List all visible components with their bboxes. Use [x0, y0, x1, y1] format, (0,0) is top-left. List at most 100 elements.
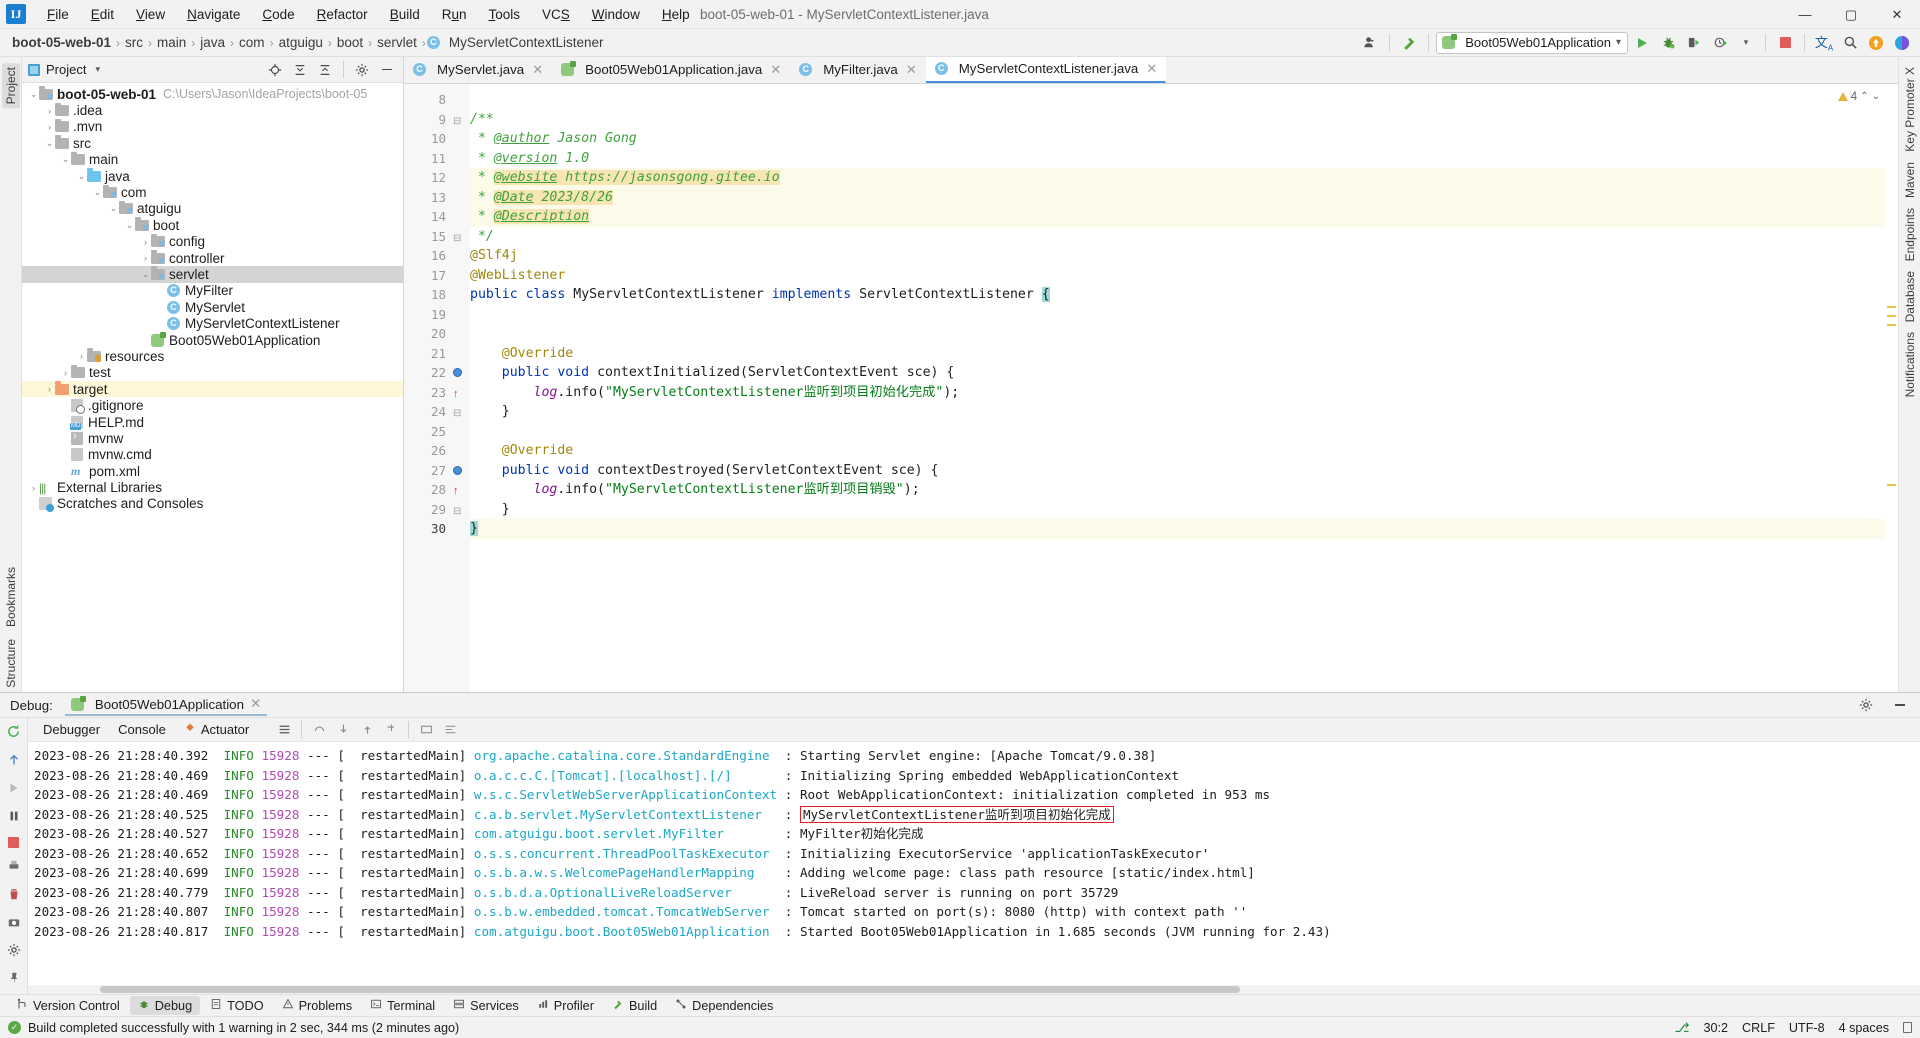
step-over-icon[interactable]	[307, 719, 331, 741]
console-horizontal-scrollbar[interactable]	[28, 985, 1920, 994]
rail-item-database[interactable]: Database	[1901, 267, 1919, 326]
toolwindow-button[interactable]: Debug	[130, 996, 200, 1015]
tree-node[interactable]: ›.mvn	[22, 119, 403, 135]
editor-tab[interactable]: CMyServlet.java✕	[404, 56, 552, 83]
code-fold-icon[interactable]: ⊟	[453, 116, 461, 127]
code-line[interactable]	[470, 324, 1885, 344]
editor-tabs[interactable]: CMyServlet.java✕Boot05Web01Application.j…	[404, 57, 1898, 84]
console-line[interactable]: 2023-08-26 21:28:40.652 INFO 15928 --- […	[34, 844, 1920, 864]
tree-node[interactable]: Boot05Web01Application	[22, 332, 403, 348]
code-line[interactable]: * @Date 2023/8/26	[470, 188, 1885, 208]
toolwindow-button[interactable]: Profiler	[529, 996, 602, 1015]
tree-expand-arrow[interactable]: ›	[28, 483, 39, 493]
run-button[interactable]	[1630, 32, 1654, 54]
step-out-icon[interactable]	[355, 719, 379, 741]
gutter-mark[interactable]: ⊟	[452, 227, 470, 247]
tree-expand-arrow[interactable]: ›	[44, 122, 55, 132]
debug-button[interactable]	[1656, 32, 1680, 54]
tree-expand-arrow[interactable]: ›	[76, 351, 87, 361]
tree-expand-arrow[interactable]: ⌄	[44, 138, 55, 149]
tree-node[interactable]: CMyServletContextListener	[22, 315, 403, 331]
trash-icon[interactable]	[7, 887, 21, 904]
tree-expand-arrow[interactable]: ›	[60, 368, 71, 378]
settings-gear-icon[interactable]	[1854, 694, 1878, 716]
code-line[interactable]: */	[470, 227, 1885, 247]
console-line[interactable]: 2023-08-26 21:28:40.817 INFO 15928 --- […	[34, 922, 1920, 942]
breadcrumb-item-project[interactable]: boot-05-web-01	[8, 34, 115, 51]
rail-item-structure[interactable]: Structure	[2, 635, 20, 692]
gutter-mark[interactable]	[452, 266, 470, 286]
gutter-mark[interactable]	[452, 324, 470, 344]
editor-code[interactable]: /** * @author Jason Gong * @version 1.0 …	[470, 84, 1885, 692]
tree-expand-arrow[interactable]: ⌄	[92, 187, 103, 198]
toolwindow-button[interactable]: Terminal	[362, 996, 443, 1015]
code-line[interactable]: @Slf4j	[470, 246, 1885, 266]
toolwindow-button[interactable]: Build	[604, 996, 665, 1015]
tree-node[interactable]: mpom.xml	[22, 463, 403, 479]
gutter-mark[interactable]	[452, 246, 470, 266]
gutter-mark[interactable]	[452, 383, 470, 403]
editor-gutter-marks[interactable]: ⊟⊟↑⊟↑⊟	[452, 84, 470, 692]
maximize-button[interactable]: ▢	[1828, 0, 1874, 29]
tree-expand-arrow[interactable]: ⌄	[28, 89, 39, 100]
code-fold-icon[interactable]: ⊟	[453, 233, 461, 244]
close-icon[interactable]: ✕	[1146, 61, 1157, 77]
marker-warning[interactable]	[1887, 315, 1896, 317]
evaluate-icon[interactable]	[414, 719, 438, 741]
console-line[interactable]: 2023-08-26 21:28:40.525 INFO 15928 --- […	[34, 805, 1920, 825]
profile-button[interactable]	[1708, 32, 1732, 54]
tree-expand-arrow[interactable]: ⌄	[60, 154, 71, 165]
tree-node[interactable]: ⌄boot	[22, 217, 403, 233]
gutter-mark[interactable]	[452, 344, 470, 364]
breakpoint-icon[interactable]	[453, 368, 462, 377]
breakpoint-icon[interactable]	[453, 466, 462, 475]
code-line[interactable]: log.info("MyServletContextListener监听到项目初…	[470, 383, 1885, 403]
tree-node[interactable]: .gitignore	[22, 397, 403, 413]
scrollbar-thumb[interactable]	[100, 986, 1240, 993]
search-icon[interactable]	[1838, 32, 1862, 54]
tree-node[interactable]: CMyFilter	[22, 283, 403, 299]
lock-icon[interactable]	[1903, 1022, 1912, 1033]
toolwindow-button[interactable]: Problems	[274, 996, 361, 1015]
editor-tab[interactable]: CMyServletContextListener.java✕	[926, 56, 1167, 83]
gutter-mark[interactable]	[452, 168, 470, 188]
chevron-down-icon[interactable]: ▾	[1734, 32, 1758, 54]
breadcrumb-item-class[interactable]: MyServletContextListener	[445, 34, 608, 51]
tree-node[interactable]: ⌄servlet	[22, 266, 403, 282]
git-icon[interactable]: ⎇	[1675, 1020, 1690, 1036]
tree-node[interactable]: CMyServlet	[22, 299, 403, 315]
expand-all-icon[interactable]	[288, 59, 312, 81]
menu-vcs[interactable]: VCS	[531, 4, 581, 25]
close-icon[interactable]: ✕	[532, 62, 543, 78]
gutter-mark[interactable]	[452, 480, 470, 500]
gear-icon[interactable]	[7, 943, 21, 960]
rerun-icon[interactable]	[6, 724, 21, 742]
rail-item-notifications[interactable]: Notifications	[1901, 328, 1919, 401]
code-line[interactable]	[470, 422, 1885, 442]
code-line[interactable]: public class MyServletContextListener im…	[470, 285, 1885, 305]
menu-run[interactable]: Run	[431, 4, 478, 25]
console-line[interactable]: 2023-08-26 21:28:40.807 INFO 15928 --- […	[34, 902, 1920, 922]
breadcrumb-item-servlet[interactable]: servlet	[373, 34, 421, 51]
stop-icon[interactable]	[8, 837, 19, 848]
run-with-coverage-button[interactable]	[1682, 32, 1706, 54]
editor-viewport[interactable]: 8910111213141516171819202122232425262728…	[404, 84, 1898, 692]
gutter-mark[interactable]	[452, 519, 470, 539]
editor-tab[interactable]: Boot05Web01Application.java✕	[552, 56, 790, 83]
collapse-all-icon[interactable]	[313, 59, 337, 81]
pause-icon[interactable]	[7, 809, 21, 826]
ide-feature-icon[interactable]	[1890, 32, 1914, 54]
up-icon[interactable]	[7, 753, 21, 770]
tree-expand-arrow[interactable]: ›	[44, 106, 55, 116]
code-line[interactable]: * @version 1.0	[470, 149, 1885, 169]
gutter-mark[interactable]	[452, 129, 470, 149]
gutter-mark[interactable]	[452, 149, 470, 169]
tree-node[interactable]: mvnw.cmd	[22, 447, 403, 463]
run-configuration-selector[interactable]: Boot05Web01Application ▾	[1436, 32, 1628, 54]
gutter-mark[interactable]	[452, 422, 470, 442]
chevron-up-icon[interactable]: ⌃	[1860, 91, 1868, 102]
close-icon[interactable]: ✕	[770, 62, 781, 78]
tab-console[interactable]: Console	[109, 720, 175, 739]
console-line[interactable]: 2023-08-26 21:28:40.469 INFO 15928 --- […	[34, 766, 1920, 786]
menu-window[interactable]: Window	[581, 4, 651, 25]
